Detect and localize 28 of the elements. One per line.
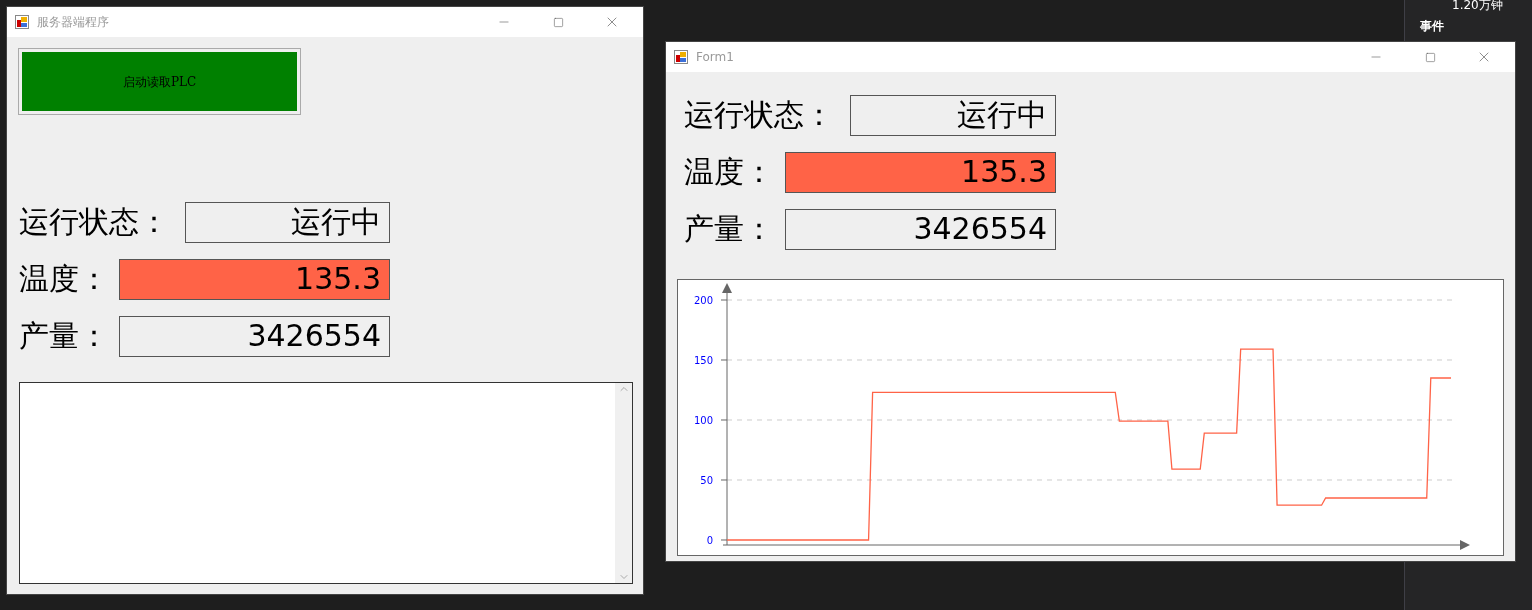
scrollbar[interactable] bbox=[615, 383, 632, 583]
app-icon bbox=[674, 50, 688, 64]
value-box: 运行中 bbox=[185, 201, 390, 243]
field-label: 运行状态： bbox=[684, 100, 834, 130]
window-title: 服务器端程序 bbox=[37, 14, 110, 31]
tick-label: 150 bbox=[693, 355, 713, 366]
field-label: 产量： bbox=[684, 214, 774, 244]
value-box: 3426554 bbox=[119, 315, 390, 357]
tick-label: 0 bbox=[706, 535, 713, 546]
field-label: 温度： bbox=[19, 264, 109, 294]
tick-label: 200 bbox=[693, 295, 713, 306]
value-box: 3426554 bbox=[785, 208, 1056, 250]
window-title: Form1 bbox=[696, 49, 735, 66]
field-label: 运行状态： bbox=[19, 207, 169, 237]
value-box: 135.3 bbox=[785, 151, 1056, 193]
tick-label: 100 bbox=[693, 415, 713, 426]
ide-text: 事件 bbox=[1420, 18, 1444, 35]
field-label: 温度： bbox=[684, 157, 774, 187]
tick-label: 50 bbox=[700, 475, 713, 486]
start-button[interactable]: 启动读取PLC bbox=[19, 49, 300, 114]
app-icon bbox=[15, 15, 29, 29]
field-label: 产量： bbox=[19, 321, 109, 351]
log-textbox[interactable] bbox=[19, 382, 633, 584]
maximize-icon bbox=[552, 16, 564, 28]
value-box: 运行中 bbox=[850, 94, 1056, 136]
value-box: 135.3 bbox=[119, 258, 390, 300]
ide-text: 1.20万钟 bbox=[1452, 0, 1503, 14]
maximize-icon bbox=[1424, 51, 1436, 63]
